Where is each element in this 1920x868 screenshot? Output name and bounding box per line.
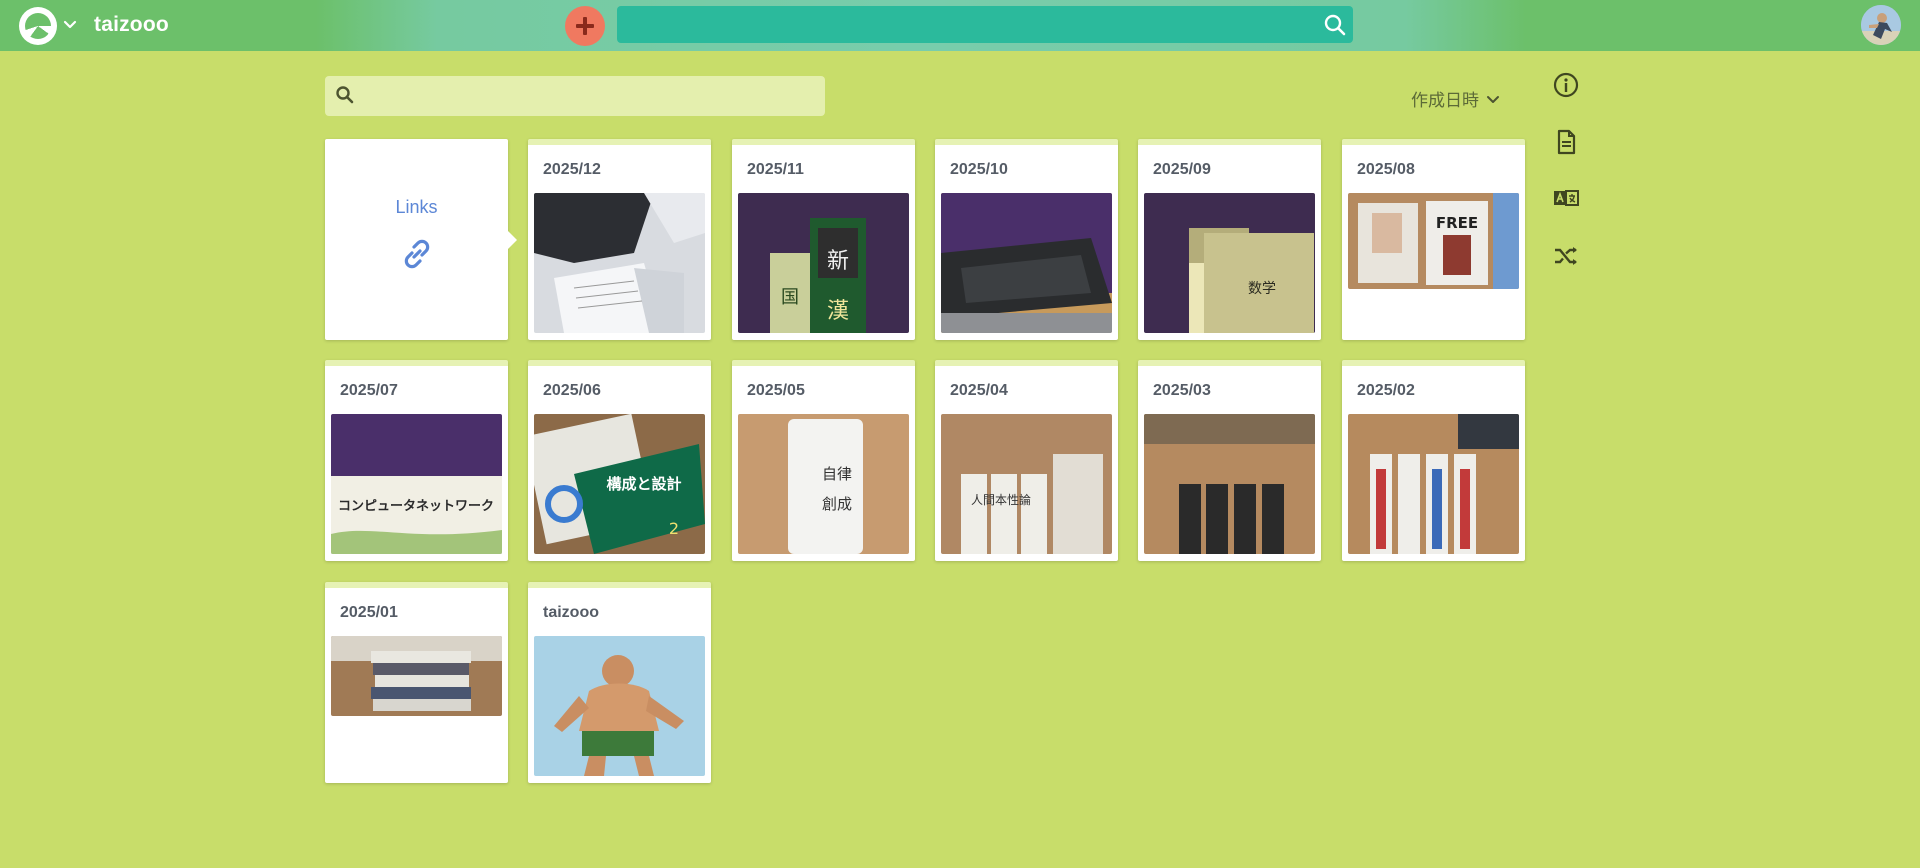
svg-text:人間本性論: 人間本性論	[971, 492, 1031, 507]
page-thumbnail: 数学	[1144, 193, 1315, 333]
page-card[interactable]: 2025/09 数学	[1138, 139, 1321, 340]
svg-text:国: 国	[781, 287, 799, 308]
project-name[interactable]: taizooo	[94, 13, 169, 37]
top-search-input[interactable]	[617, 6, 1353, 43]
page-card[interactable]: 2025/08 FREE	[1342, 139, 1525, 340]
logo-mark	[25, 13, 51, 39]
document-icon[interactable]	[1552, 128, 1580, 156]
page-title: 2025/03	[1153, 382, 1211, 399]
page-thumbnail: 人間本性論	[941, 414, 1112, 554]
page-thumbnail	[1348, 414, 1519, 554]
top-navbar: taizooo	[0, 0, 1920, 51]
svg-text:FREE: FREE	[1436, 214, 1478, 232]
page-thumbnail	[941, 193, 1112, 333]
page-title: 2025/05	[747, 382, 805, 399]
info-icon[interactable]	[1552, 71, 1580, 99]
avatar[interactable]	[1861, 5, 1901, 45]
plus-icon	[576, 17, 594, 35]
translate-icon[interactable]	[1552, 185, 1580, 213]
search-icon	[336, 86, 354, 104]
svg-text:2: 2	[669, 519, 679, 538]
svg-text:コンピュータネットワーク: コンピュータネットワーク	[338, 499, 494, 514]
chevron-down-icon[interactable]	[62, 16, 78, 32]
page-title: 2025/01	[340, 604, 398, 621]
page-filter-input[interactable]	[325, 76, 825, 116]
page-title: 2025/04	[950, 382, 1008, 399]
page-card[interactable]: 2025/10	[935, 139, 1118, 340]
page-card[interactable]: 2025/06 構成と設計 2	[528, 360, 711, 561]
avatar-image	[1861, 5, 1901, 45]
page-thumbnail	[331, 636, 502, 716]
page-thumbnail: FREE	[1348, 193, 1519, 289]
search-icon[interactable]	[1323, 13, 1347, 37]
logo-icon[interactable]	[19, 7, 57, 45]
page-card[interactable]: 2025/07 コンピュータネットワーク	[325, 360, 508, 561]
links-card-pointer	[508, 231, 517, 249]
links-title: Links	[395, 197, 438, 217]
page-title: 2025/12	[543, 161, 601, 178]
new-page-button[interactable]	[565, 6, 605, 46]
page-thumbnail	[534, 193, 705, 333]
page-title: 2025/10	[950, 161, 1008, 178]
page-thumbnail	[534, 636, 705, 776]
page-title: 2025/06	[543, 382, 601, 399]
page-thumbnail: 新 国 漢	[738, 193, 909, 333]
page-title: taizooo	[543, 604, 599, 621]
page-title: 2025/02	[1357, 382, 1415, 399]
svg-text:創成: 創成	[822, 495, 852, 513]
page-thumbnail	[1144, 414, 1315, 554]
page-thumbnail: コンピュータネットワーク	[331, 414, 502, 554]
svg-text:構成と設計: 構成と設計	[606, 475, 681, 493]
page-card[interactable]: 2025/02	[1342, 360, 1525, 561]
page-title: 2025/07	[340, 382, 398, 399]
page-card[interactable]: 2025/04 人間本性論	[935, 360, 1118, 561]
svg-text:漢: 漢	[827, 299, 849, 324]
svg-text:新: 新	[827, 249, 849, 274]
page-card[interactable]: 2025/11 新 国 漢	[732, 139, 915, 340]
shuffle-icon[interactable]	[1552, 242, 1580, 270]
svg-text:自律: 自律	[822, 465, 852, 483]
page-title: 2025/11	[747, 161, 804, 178]
page-thumbnail: 構成と設計 2	[534, 414, 705, 554]
page-card[interactable]: 2025/01	[325, 582, 508, 783]
page-thumbnail: 自律 創成	[738, 414, 909, 554]
page-card[interactable]: taizooo	[528, 582, 711, 783]
link-icon	[404, 239, 430, 269]
links-card[interactable]: Links	[325, 139, 508, 340]
svg-text:数学: 数学	[1248, 281, 1276, 297]
page-card[interactable]: 2025/03	[1138, 360, 1321, 561]
page-card[interactable]: 2025/12	[528, 139, 711, 340]
sort-dropdown[interactable]: 作成日時	[1411, 86, 1501, 111]
page-card[interactable]: 2025/05 自律 創成	[732, 360, 915, 561]
page-title: 2025/08	[1357, 161, 1415, 178]
chevron-down-icon	[1487, 95, 1499, 103]
sort-label: 作成日時	[1411, 91, 1479, 110]
page-title: 2025/09	[1153, 161, 1211, 178]
